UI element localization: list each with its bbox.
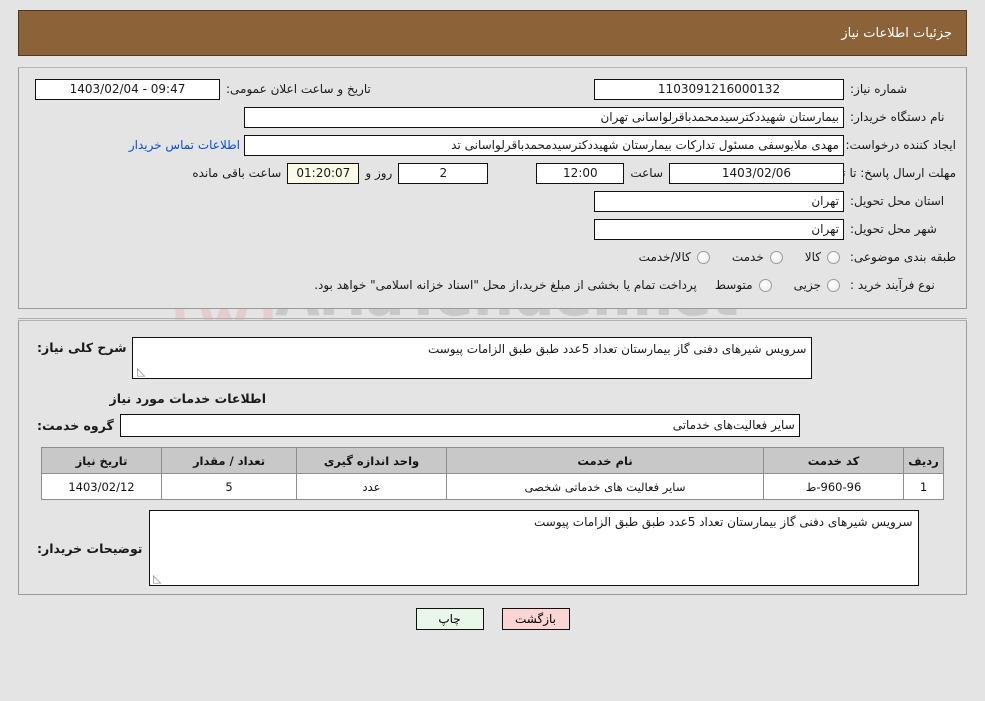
print-button[interactable]: چاپ [415, 608, 484, 630]
buyer-contact-link[interactable]: اطلاعات تماس خریدار [125, 138, 244, 152]
delivery-province-field[interactable]: تهران [594, 190, 844, 212]
category-option-kala-khedmat[interactable]: کالا/خدمت [621, 250, 714, 264]
category-option-kala-khedmat-label: کالا/خدمت [638, 250, 691, 264]
remaining-days-field[interactable]: 2 [398, 162, 489, 184]
row-general-description: سرویس شیرهای دفنی گاز بیمارستان تعداد 5ع… [29, 337, 956, 379]
resize-grip-icon[interactable]: ◺ [152, 573, 161, 584]
announce-datetime-label: تاریخ و ساعت اعلان عمومی: [226, 82, 371, 96]
row-deadline: مهلت ارسال پاسخ: تا تاریخ: 1403/02/06 سا… [29, 160, 956, 186]
row-purchase-type: نوع فرآیند خرید : جزیی متوسط پرداخت تمام… [29, 272, 956, 298]
category-option-kala[interactable]: کالا [787, 250, 844, 264]
row-requester: ایجاد کننده درخواست: مهدی ملایوسفی مسئول… [29, 132, 956, 158]
delivery-city-field[interactable]: تهران [594, 218, 844, 240]
page-title: جزئیات اطلاعات نیاز [841, 25, 952, 41]
buyer-notes-textarea[interactable]: سرویس شیرهای دفنی گاز بیمارستان تعداد 5ع… [148, 510, 919, 586]
purchase-type-option-jozi-label: جزیی [793, 278, 821, 292]
cell-code: 960-96-ط [763, 473, 904, 500]
col-qty: تعداد / مقدار [161, 447, 297, 474]
row-delivery-province: استان محل تحویل: تهران [29, 188, 956, 214]
radio-icon[interactable] [696, 250, 710, 264]
purchase-type-label: نوع فرآیند خرید : [850, 278, 935, 292]
deadline-hour-label: ساعت [630, 166, 663, 180]
requester-label: ایجاد کننده درخواست: [845, 138, 956, 152]
cell-name: سایر فعالیت های خدماتی شخصی [446, 473, 764, 500]
remaining-days-label: روز و [365, 166, 393, 180]
countdown-label: ساعت باقی مانده [192, 166, 282, 180]
items-table: ردیف کد خدمت نام خدمت واحد اندازه گیری ت… [41, 447, 944, 500]
radio-icon[interactable] [769, 250, 783, 264]
row-need-number: شماره نیاز: 1103091216000132 تاریخ و ساع… [29, 76, 956, 102]
buyer-org-field[interactable]: بیمارستان شهیددکترسیدمحمدباقرلواسانی تهر… [244, 106, 844, 128]
action-button-bar: بازگشت چاپ [0, 608, 985, 630]
announce-datetime-field[interactable]: 09:47 - 1403/02/04 [35, 78, 220, 100]
row-category: طبقه بندی موضوعی: کالا خدمت کالا/خدمت [29, 244, 956, 270]
radio-icon[interactable] [827, 250, 840, 264]
resize-grip-icon[interactable]: ◺ [135, 366, 145, 377]
row-service-group: سایر فعالیت‌های خدماتی گروه خدمت: [29, 414, 956, 437]
need-number-label: شماره نیاز: [850, 82, 907, 96]
purchase-type-option-jozi[interactable]: جزیی [776, 278, 844, 292]
row-delivery-city: شهر محل تحویل: تهران [29, 216, 956, 242]
requester-field[interactable]: مهدی ملایوسفی مسئول تدارکات بیمارستان شه… [244, 134, 844, 156]
treasury-note: پرداخت تمام یا بخشی از مبلغ خرید،از محل … [314, 278, 697, 292]
page-header-bar: جزئیات اطلاعات نیاز [18, 10, 967, 56]
radio-icon[interactable] [758, 278, 772, 292]
buyer-notes-label: توضیحات خریدار: [37, 540, 143, 556]
table-header-row: ردیف کد خدمت نام خدمت واحد اندازه گیری ت… [41, 447, 944, 474]
service-group-label: گروه خدمت: [37, 418, 114, 433]
purchase-type-option-motevaset-label: متوسط [714, 278, 753, 292]
delivery-city-label: شهر محل تحویل: [850, 222, 937, 236]
col-name: نام خدمت [446, 447, 764, 474]
cell-row: 1 [903, 473, 944, 500]
col-date: تاریخ نیاز [41, 447, 162, 474]
col-unit: واحد اندازه گیری [296, 447, 447, 474]
row-buyer-org: نام دستگاه خریدار: بیمارستان شهیددکترسید… [29, 104, 956, 130]
deadline-date-field[interactable]: 1403/02/06 [669, 162, 844, 184]
need-info-panel: شماره نیاز: 1103091216000132 تاریخ و ساع… [18, 67, 967, 309]
general-description-label: شرح کلی نیاز: [37, 340, 127, 355]
row-buyer-notes: سرویس شیرهای دفنی گاز بیمارستان تعداد 5ع… [29, 510, 956, 586]
category-option-kala-label: کالا [804, 250, 821, 264]
services-section-title: اطلاعات خدمات مورد نیاز [109, 391, 267, 406]
countdown-field[interactable]: 01:20:07 [287, 162, 360, 184]
table-row: 1 960-96-ط سایر فعالیت های خدماتی شخصی ع… [41, 473, 944, 500]
back-button[interactable]: بازگشت [501, 608, 570, 630]
purchase-type-option-motevaset[interactable]: متوسط [697, 278, 776, 292]
cell-unit: عدد [296, 473, 447, 500]
buyer-org-label: نام دستگاه خریدار: [850, 110, 945, 124]
delivery-province-label: استان محل تحویل: [850, 194, 945, 208]
cell-date: 1403/02/12 [41, 473, 162, 500]
radio-icon[interactable] [827, 278, 840, 292]
general-description-textarea[interactable]: سرویس شیرهای دفنی گاز بیمارستان تعداد 5ع… [132, 337, 813, 379]
service-group-field[interactable]: سایر فعالیت‌های خدماتی [119, 414, 800, 437]
col-row: ردیف [903, 447, 944, 474]
deadline-hour-field[interactable]: 12:00 [536, 162, 625, 184]
deadline-label: مهلت ارسال پاسخ: تا تاریخ: [817, 166, 956, 180]
col-code: کد خدمت [763, 447, 904, 474]
buyer-notes-text: سرویس شیرهای دفنی گاز بیمارستان تعداد 5ع… [533, 515, 913, 529]
category-option-khedmat[interactable]: خدمت [714, 250, 787, 264]
category-option-khedmat-label: خدمت [731, 250, 764, 264]
cell-qty: 5 [161, 473, 297, 500]
category-label: طبقه بندی موضوعی: [849, 250, 956, 264]
general-description-text: سرویس شیرهای دفنی گاز بیمارستان تعداد 5ع… [427, 342, 807, 356]
need-details-panel: سرویس شیرهای دفنی گاز بیمارستان تعداد 5ع… [18, 321, 967, 595]
need-number-field[interactable]: 1103091216000132 [594, 78, 844, 100]
page-root: جزئیات اطلاعات نیاز شماره نیاز: 11030912… [0, 10, 985, 630]
